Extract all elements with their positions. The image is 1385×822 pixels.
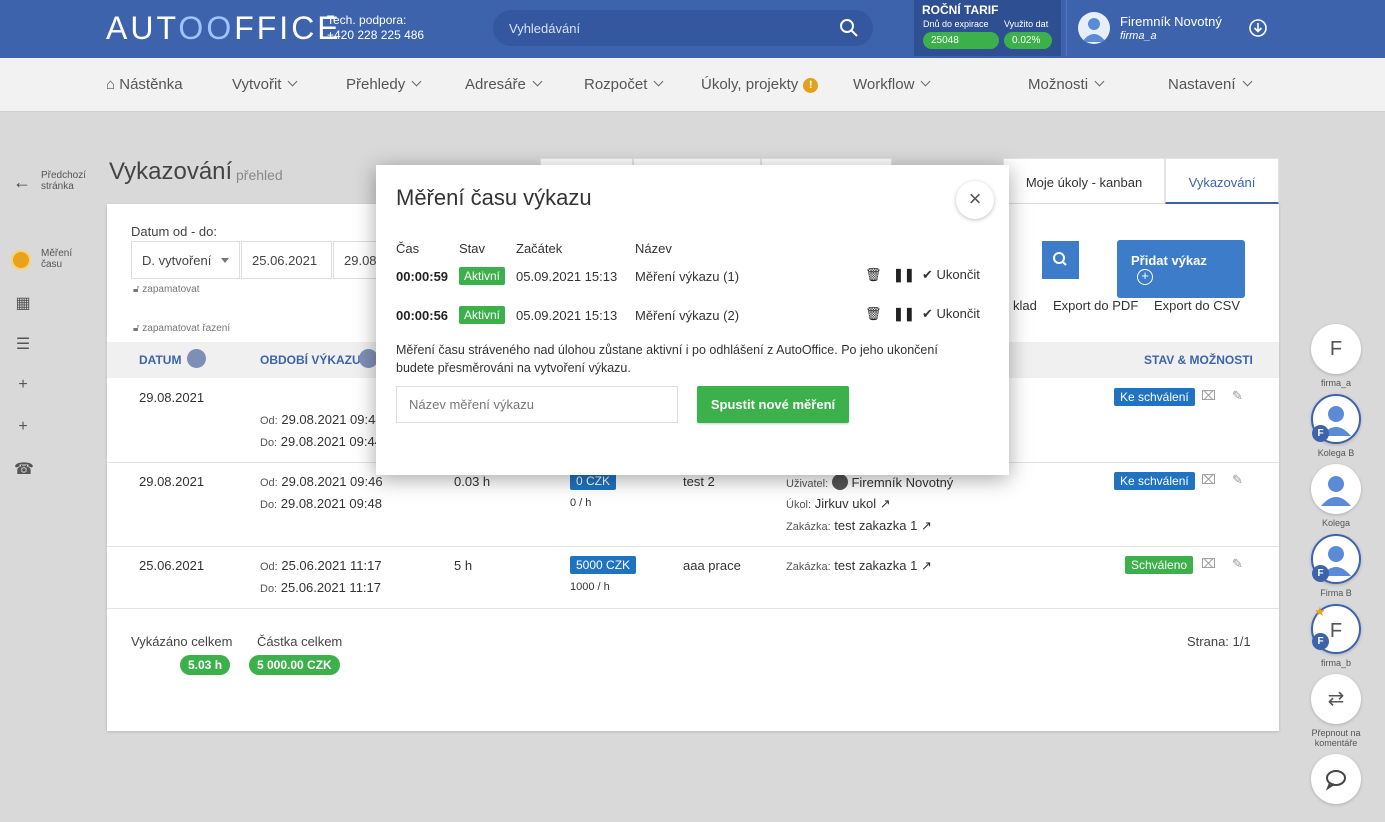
- col-name: Název: [635, 241, 672, 256]
- nav-budget[interactable]: Rozpočet: [584, 76, 664, 93]
- search-placeholder: Vyhledávání: [509, 21, 581, 36]
- autoffice-logo[interactable]: AUTOOFFICE: [106, 10, 342, 47]
- chevron-down-icon: [288, 76, 298, 87]
- measure-name-input[interactable]: Název měření výkazu: [396, 386, 678, 423]
- user-avatar-icon: [1082, 18, 1106, 42]
- pause-icon[interactable]: ❚❚: [893, 306, 915, 322]
- col-time: Čas: [396, 241, 420, 256]
- timer2-time: 00:00:56: [396, 308, 449, 323]
- nav-settings[interactable]: Nastavení: [1168, 76, 1252, 93]
- chevron-down-icon: [653, 76, 664, 87]
- tarif-panel: ROČNÍ TARIF Dnů do expirace Využito dat …: [914, 0, 1061, 56]
- nav-dashboard[interactable]: ⌂ Nástěnka: [106, 76, 183, 93]
- col-start: Začátek: [516, 241, 563, 256]
- nav-directories[interactable]: Adresáře: [465, 76, 543, 93]
- tarif-usage-label: Využito dat: [1004, 19, 1049, 29]
- check-icon: ✔: [922, 267, 933, 282]
- timer2-name: Měření výkazu (2): [635, 308, 740, 323]
- tarif-days-label: Dnů do expirace: [923, 19, 989, 29]
- modal-title: Měření času výkazu: [396, 185, 592, 210]
- chevron-down-icon: [532, 76, 543, 87]
- chevron-down-icon: [1094, 76, 1105, 87]
- tarif-days-badge: 25048: [923, 32, 999, 49]
- modal-note: Měření času stráveného nad úlohou zůstan…: [396, 343, 938, 375]
- start-measure-button[interactable]: Spustit nové měření: [697, 386, 849, 423]
- timer1-finish-button[interactable]: ✔ Ukončit: [922, 267, 980, 283]
- pause-icon[interactable]: ❚❚: [893, 267, 915, 283]
- status-badge: Aktivní: [459, 306, 506, 324]
- nav-options[interactable]: Možnosti: [1028, 76, 1105, 93]
- timer1-name: Měření výkazu (1): [635, 269, 740, 284]
- trash-icon[interactable]: 🗑︎: [865, 306, 882, 322]
- chevron-down-icon: [920, 76, 931, 87]
- user-name: Firemník Novotný: [1120, 14, 1222, 29]
- warning-icon: !: [803, 78, 819, 93]
- close-icon[interactable]: ×: [956, 181, 994, 219]
- home-icon: ⌂: [106, 76, 120, 93]
- timer1-start: 05.09.2021 15:13: [516, 269, 618, 284]
- support-phone: +420 228 225 486: [327, 28, 425, 42]
- col-state: Stav: [459, 241, 486, 256]
- chevron-down-icon: [411, 76, 422, 87]
- nav-create[interactable]: Vytvořit: [232, 76, 298, 93]
- nav-overviews[interactable]: Přehledy: [346, 76, 422, 93]
- search-icon[interactable]: [839, 18, 859, 38]
- timer2-start: 05.09.2021 15:13: [516, 308, 618, 323]
- time-measure-modal: Měření času výkazu × Čas Stav Začátek Ná…: [376, 165, 1009, 475]
- tarif-title: ROČNÍ TARIF: [922, 3, 999, 17]
- tech-support: Tech. podpora: +420 228 225 486: [327, 13, 424, 43]
- nav-tasks-projects[interactable]: Úkoly, projekty!: [701, 76, 819, 93]
- check-icon: ✔: [922, 306, 933, 321]
- global-search-input[interactable]: Vyhledávání: [493, 10, 873, 46]
- timer2-finish-button[interactable]: ✔ Ukončit: [922, 306, 980, 322]
- avatar[interactable]: [1078, 12, 1110, 44]
- nav-workflow[interactable]: Workflow: [853, 76, 931, 93]
- download-icon[interactable]: [1248, 18, 1268, 38]
- support-label: Tech. podpora:: [327, 13, 407, 27]
- status-badge: Aktivní: [459, 267, 506, 285]
- trash-icon[interactable]: 🗑︎: [865, 267, 882, 283]
- chevron-down-icon: [1242, 76, 1252, 87]
- user-firm: firma_a: [1120, 30, 1157, 42]
- timer1-time: 00:00:59: [396, 269, 449, 284]
- tarif-usage-badge: 0.02%: [1004, 32, 1052, 49]
